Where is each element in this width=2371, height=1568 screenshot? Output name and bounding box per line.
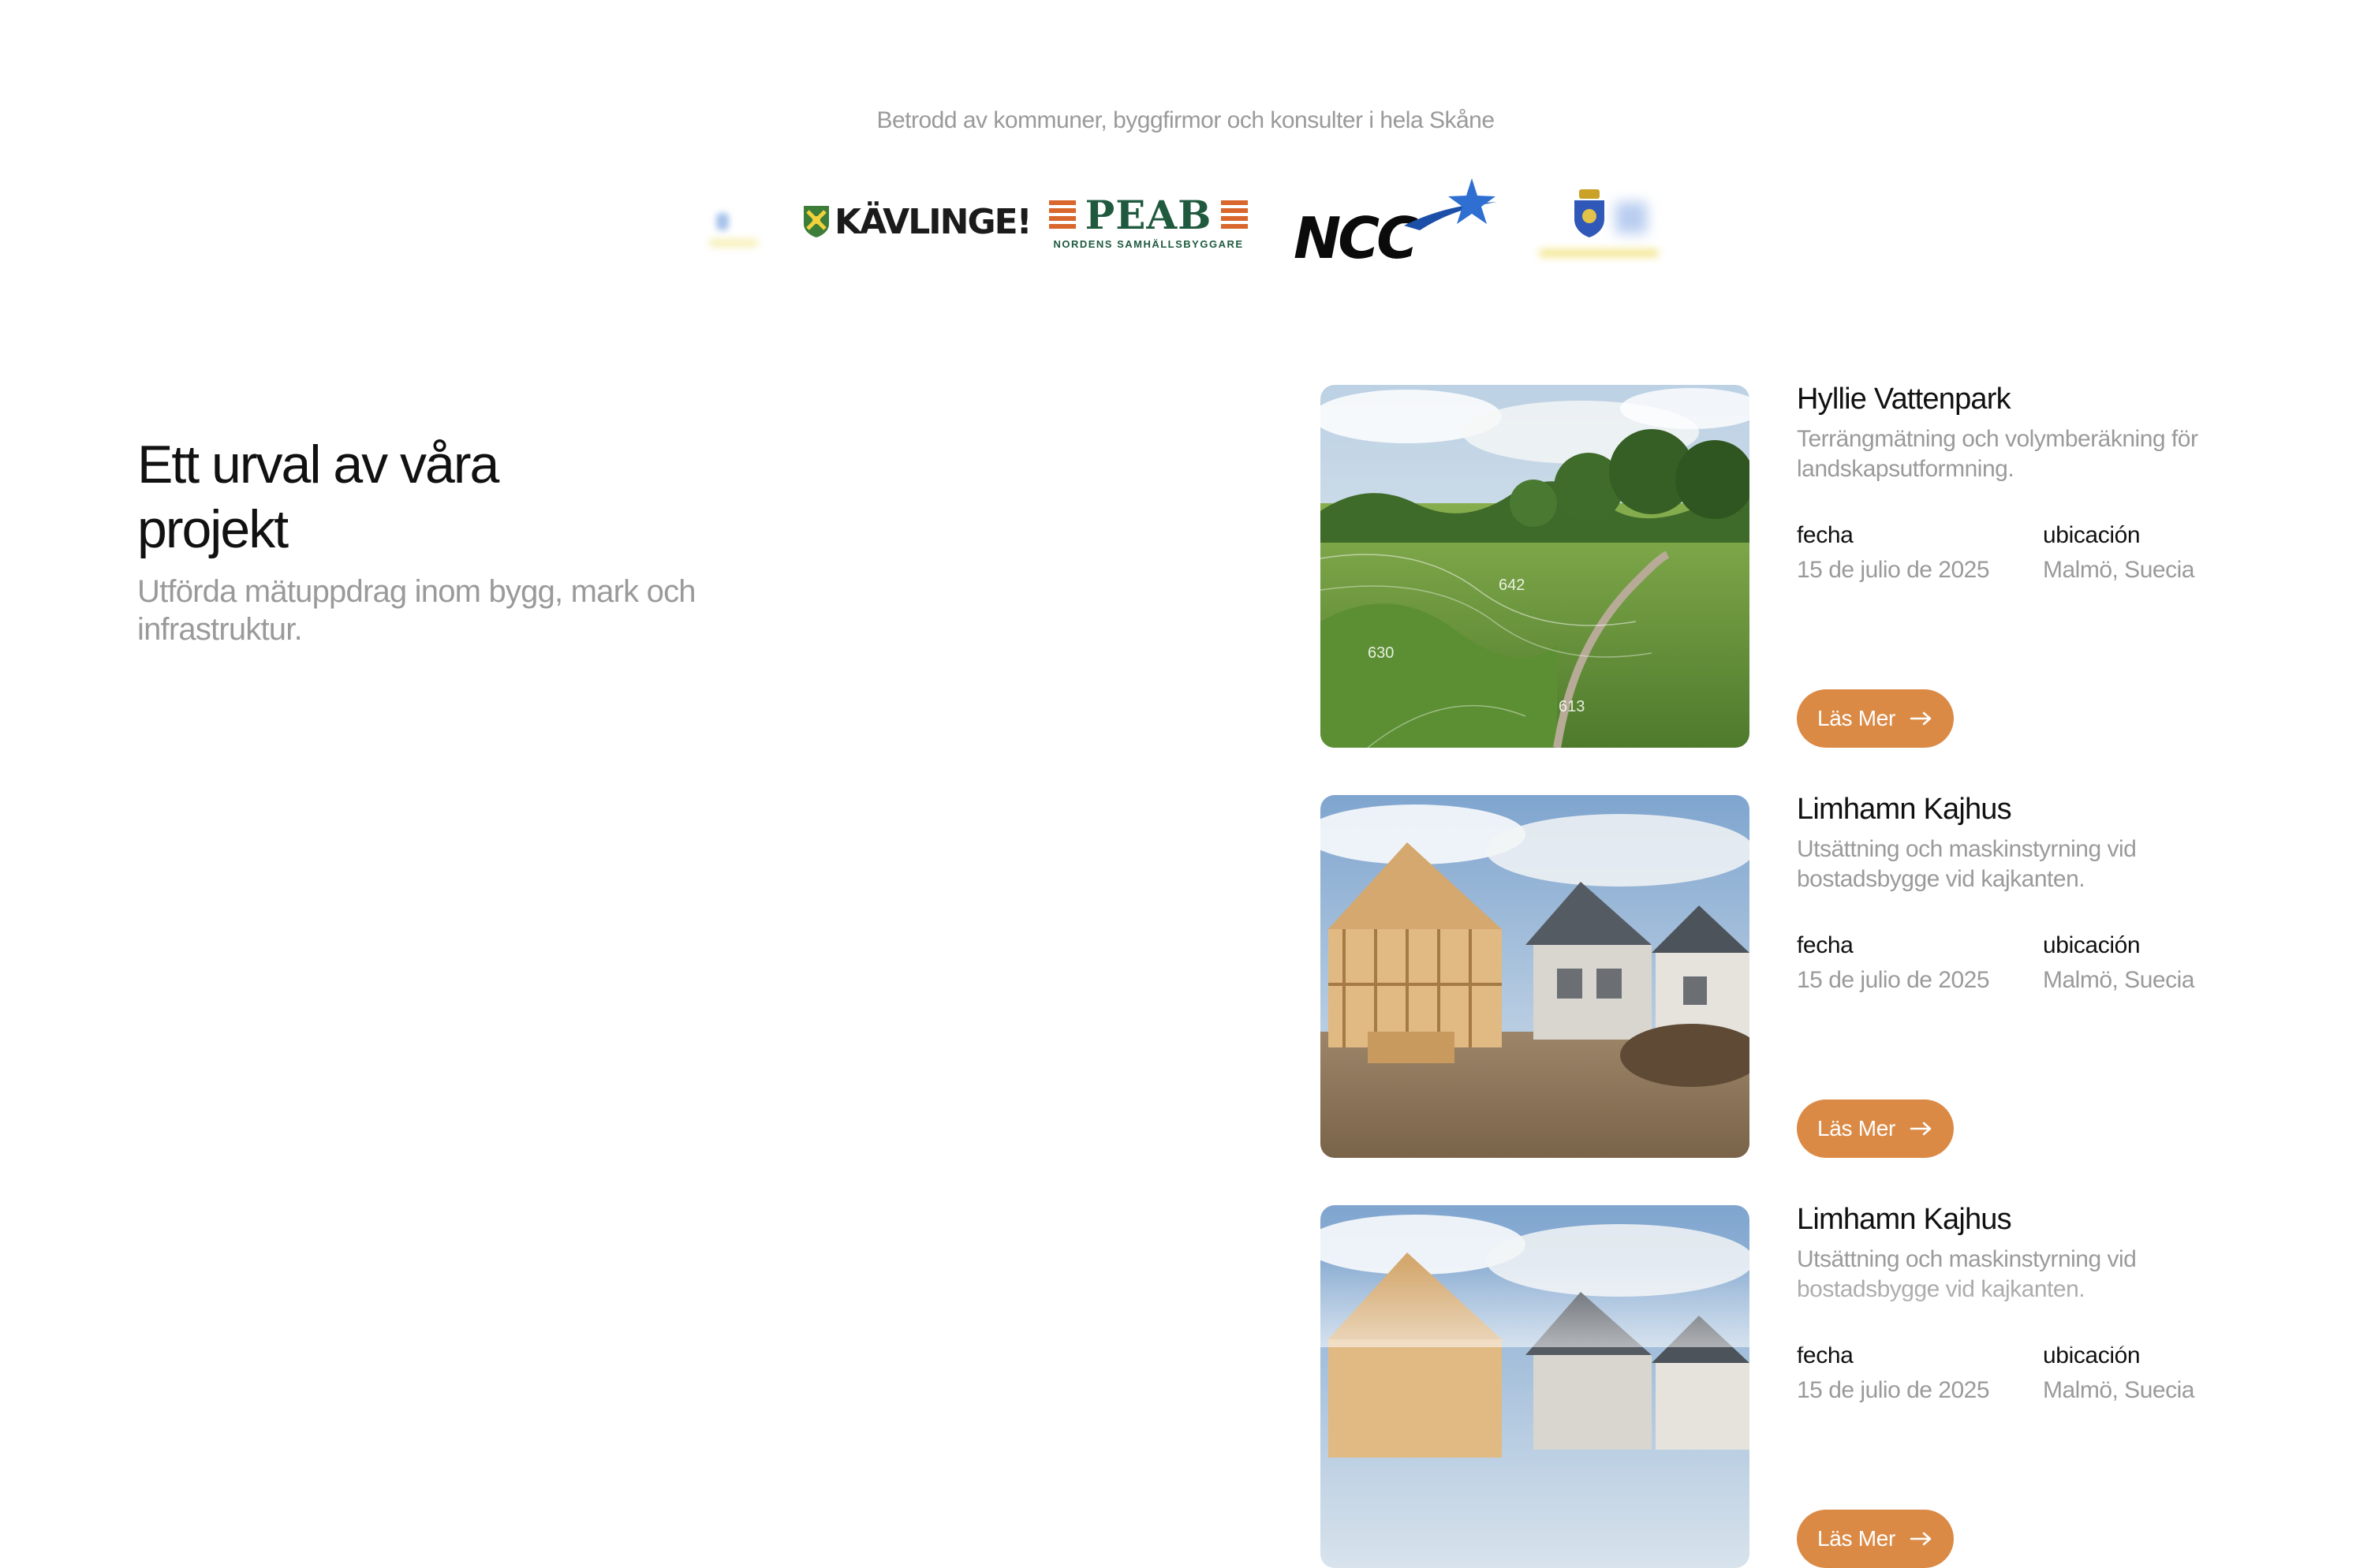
ncc-logo: NCC bbox=[1294, 178, 1499, 271]
location-value: Malmö, Suecia bbox=[2043, 557, 2194, 583]
read-more-button[interactable]: Läs Mer bbox=[1797, 689, 1955, 748]
trusted-by-caption: Betrodd av kommuner, byggfirmor och kons… bbox=[876, 107, 1495, 133]
project-title[interactable]: Limhamn Kajhus bbox=[1797, 1200, 2012, 1238]
ncc-star-icon bbox=[1404, 178, 1497, 230]
location-label: ubicación bbox=[2043, 1342, 2141, 1368]
location-value: Malmö, Suecia bbox=[2043, 967, 2194, 993]
faded-logo-left bbox=[710, 213, 757, 252]
client-logos-strip: KÄVLINGE! PEAB NORDENS SAMHÄLLSBYGGARE N… bbox=[710, 174, 1658, 271]
kavlinge-logo: KÄVLINGE! bbox=[803, 201, 1032, 242]
project-image-landscape[interactable]: 642 630 613 bbox=[1320, 385, 1749, 748]
projects-subheading: Utförda mätuppdrag inom bygg, mark och i… bbox=[137, 574, 696, 647]
project-info: Hyllie Vattenpark Terrängmätning och vol… bbox=[1797, 383, 2238, 748]
arrow-right-icon bbox=[1910, 1532, 1932, 1546]
project-card: Limhamn Kajhus Utsättning och maskinstyr… bbox=[1320, 793, 2267, 1158]
read-more-button[interactable]: Läs Mer bbox=[1797, 1510, 1955, 1568]
date-label: fecha bbox=[1797, 522, 1854, 548]
contour-label: 642 bbox=[1499, 577, 1525, 594]
project-card: Limhamn Kajhus Utsättning och maskinstyr… bbox=[1320, 1203, 2267, 1568]
date-value: 15 de julio de 2025 bbox=[1797, 557, 1990, 583]
peab-tagline: NORDENS SAMHÄLLSBYGGARE bbox=[1053, 238, 1244, 250]
read-more-label: Läs Mer bbox=[1817, 706, 1896, 730]
peab-wordmark: PEAB bbox=[1085, 192, 1212, 238]
date-value: 15 de julio de 2025 bbox=[1797, 967, 1990, 993]
project-image-construction[interactable] bbox=[1320, 795, 1749, 1158]
kavlinge-shield-icon bbox=[804, 206, 829, 237]
projects-intro: Ett urval av våra projekt Utförda mätupp… bbox=[137, 432, 737, 648]
location-label: ubicación bbox=[2043, 522, 2141, 548]
ncc-wordmark: NCC bbox=[1294, 205, 1418, 271]
date-label: fecha bbox=[1797, 1342, 1854, 1368]
project-description: Utsättning och maskinstyrning vid bostad… bbox=[1797, 1246, 2137, 1302]
read-more-label: Läs Mer bbox=[1817, 1116, 1896, 1141]
project-info: Limhamn Kajhus Utsättning och maskinstyr… bbox=[1797, 1203, 2238, 1568]
kavlinge-wordmark: KÄVLINGE! bbox=[835, 201, 1032, 242]
date-label: fecha bbox=[1797, 932, 1854, 958]
read-more-label: Läs Mer bbox=[1817, 1526, 1896, 1551]
project-title[interactable]: Limhamn Kajhus bbox=[1797, 790, 2012, 828]
project-description: Terrängmätning och volymberäkning för la… bbox=[1797, 426, 2198, 482]
peab-logo: PEAB NORDENS SAMHÄLLSBYGGARE bbox=[1049, 192, 1248, 250]
project-card: 642 630 613 Hyllie Vattenpark Terrängmät… bbox=[1320, 383, 2267, 748]
location-label: ubicación bbox=[2043, 932, 2141, 958]
contour-label: 630 bbox=[1368, 644, 1394, 662]
projects-heading: Ett urval av våra projekt bbox=[137, 435, 499, 559]
project-info: Limhamn Kajhus Utsättning och maskinstyr… bbox=[1797, 793, 2238, 1158]
arrow-right-icon bbox=[1910, 1122, 1932, 1136]
project-description: Utsättning och maskinstyrning vid bostad… bbox=[1797, 836, 2137, 892]
contour-label: 613 bbox=[1559, 698, 1585, 715]
location-value: Malmö, Suecia bbox=[2043, 1377, 2194, 1403]
project-image-construction[interactable] bbox=[1320, 1205, 1749, 1568]
read-more-button[interactable]: Läs Mer bbox=[1797, 1099, 1955, 1158]
arrow-right-icon bbox=[1910, 711, 1932, 726]
municipal-crest-icon bbox=[1574, 189, 1604, 237]
project-title[interactable]: Hyllie Vattenpark bbox=[1797, 380, 2011, 418]
date-value: 15 de julio de 2025 bbox=[1797, 1377, 1990, 1403]
faded-logo-right bbox=[1540, 188, 1658, 267]
